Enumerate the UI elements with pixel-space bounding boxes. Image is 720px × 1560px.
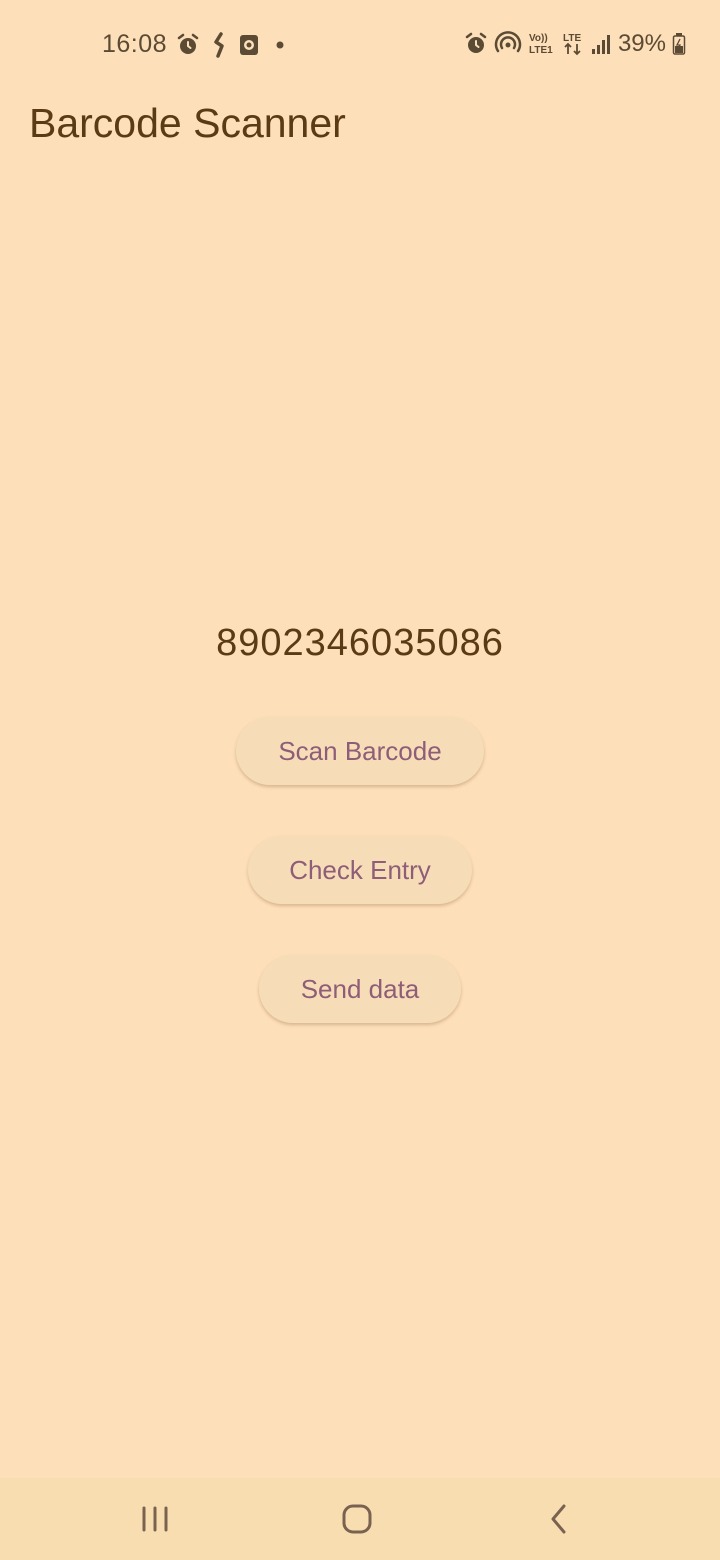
alarm-icon	[464, 32, 488, 56]
svg-text:LTE1: LTE1	[529, 45, 553, 56]
recents-button[interactable]	[95, 1478, 215, 1560]
rupee-icon	[210, 32, 228, 58]
check-entry-button[interactable]: Check Entry	[248, 836, 472, 904]
send-data-button[interactable]: Send data	[259, 955, 461, 1023]
recents-icon	[140, 1505, 170, 1533]
hotspot-icon	[494, 31, 522, 57]
battery-percentage: 39%	[617, 30, 666, 57]
status-time: 16:08	[102, 30, 168, 58]
watch-icon	[238, 33, 260, 57]
svg-text:LTE: LTE	[563, 33, 581, 44]
status-left-icons	[176, 32, 290, 58]
lte-icon: LTE	[562, 31, 584, 57]
home-icon	[341, 1503, 373, 1535]
back-icon	[547, 1503, 571, 1535]
status-bar: 16:08 Vo)) LTE1 LTE 39%	[0, 0, 720, 94]
barcode-value: 8902346035086	[216, 622, 504, 664]
status-right-icons: Vo)) LTE1 LTE 39%	[464, 30, 686, 58]
signal-icon	[590, 32, 612, 56]
dot-icon	[270, 33, 290, 57]
battery-icon	[672, 32, 686, 56]
volte-icon: Vo)) LTE1	[528, 31, 556, 57]
alarm-icon	[176, 33, 200, 57]
navigation-bar	[0, 1478, 720, 1560]
scan-barcode-button[interactable]: Scan Barcode	[236, 717, 484, 785]
svg-text:Vo)): Vo))	[529, 33, 548, 44]
home-button[interactable]	[297, 1478, 417, 1560]
app-title: Barcode Scanner	[29, 100, 346, 146]
back-button[interactable]	[499, 1478, 619, 1560]
